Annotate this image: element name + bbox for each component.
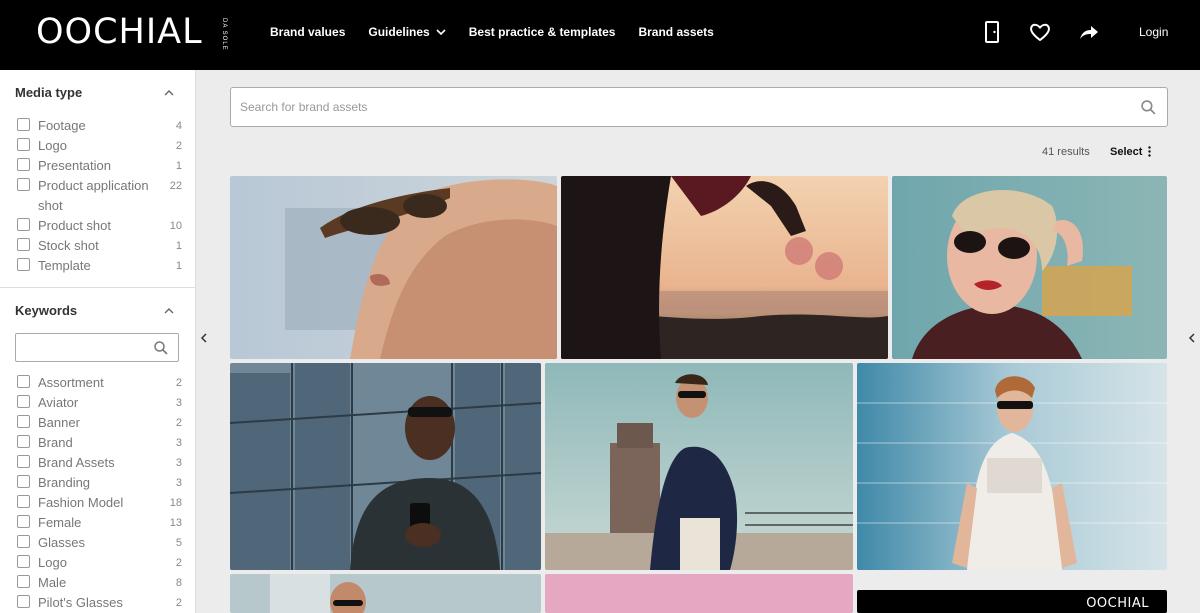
filter-footage[interactable]: Footage 4 (17, 116, 182, 136)
checkbox[interactable] (17, 595, 30, 608)
photo-pink-partial (545, 574, 853, 613)
checkbox[interactable] (17, 258, 30, 271)
asset-thumbnail[interactable]: OOCHIAL (857, 590, 1167, 613)
checkbox[interactable] (17, 555, 30, 568)
asset-thumbnail[interactable] (857, 363, 1167, 570)
filter-logo[interactable]: Logo 2 (17, 136, 182, 156)
collapse-sidebar-icon[interactable] (200, 333, 208, 343)
divider (0, 287, 195, 288)
brand-logo[interactable]: OOCHIAL (36, 12, 203, 52)
chevron-down-icon (436, 28, 446, 35)
checkbox[interactable] (17, 455, 30, 468)
keyword-pilots-glasses[interactable]: Pilot's Glasses 2 (17, 593, 182, 613)
nav-best-practice[interactable]: Best practice & templates (469, 25, 616, 39)
top-header: OOCHIAL DA SOLE Brand values Guidelines … (0, 0, 1200, 70)
checkbox[interactable] (17, 395, 30, 408)
chevron-up-icon[interactable] (164, 88, 174, 98)
photo-woman-profile-sunglasses (230, 176, 557, 359)
chevron-up-icon[interactable] (164, 306, 174, 316)
keywords-title: Keywords (15, 303, 78, 318)
filter-sidebar: Media type Footage 4 Logo 2 Presentation 1 … (0, 70, 196, 613)
checkbox[interactable] (17, 475, 30, 488)
keyword-aviator[interactable]: Aviator 3 (17, 393, 182, 413)
keyword-glasses[interactable]: Glasses 5 (17, 533, 182, 553)
filter-template[interactable]: Template 1 (17, 256, 182, 276)
nav-brand-assets[interactable]: Brand assets (638, 25, 713, 39)
share-icon[interactable] (1077, 20, 1101, 44)
checkbox[interactable] (17, 218, 30, 231)
more-vertical-icon (1148, 146, 1152, 157)
keyword-fashion-model[interactable]: Fashion Model 18 (17, 493, 182, 513)
asset-thumbnail[interactable] (545, 363, 853, 570)
checkbox[interactable] (17, 415, 30, 428)
photo-man-navy-shirt-tower (545, 363, 853, 570)
photo-man-phone-glass-building (230, 363, 541, 570)
keyword-search-input[interactable] (15, 333, 179, 362)
media-type-title: Media type (15, 85, 83, 100)
filter-product-application-shot[interactable]: Product application shot 22 (17, 176, 182, 216)
logo-tile-text: OOCHIAL (1086, 596, 1149, 611)
filter-presentation[interactable]: Presentation 1 (17, 156, 182, 176)
photo-man-white-tshirt-wall (857, 363, 1167, 570)
photo-blonde-woman-sunglasses (892, 176, 1167, 359)
checkbox[interactable] (17, 178, 30, 191)
keyword-brand-assets[interactable]: Brand Assets 3 (17, 453, 182, 473)
checkbox[interactable] (17, 238, 30, 251)
filter-product-shot[interactable]: Product shot 10 (17, 216, 182, 236)
keyword-female[interactable]: Female 13 (17, 513, 182, 533)
checkbox[interactable] (17, 435, 30, 448)
results-count: 41 results (1042, 146, 1090, 158)
checkbox[interactable] (17, 495, 30, 508)
photo-sunset-beach-sunglasses (561, 176, 888, 359)
asset-thumbnail[interactable] (561, 176, 888, 359)
photo-man-partial (230, 574, 541, 613)
checkbox[interactable] (17, 515, 30, 528)
asset-thumbnail[interactable] (230, 176, 557, 359)
expand-panel-icon[interactable] (1188, 333, 1196, 343)
search-icon[interactable] (1141, 100, 1156, 115)
keyword-banner[interactable]: Banner 2 (17, 413, 182, 433)
brand-logo-tagline: DA SOLE (221, 18, 227, 51)
heart-icon[interactable] (1028, 20, 1052, 44)
checkbox[interactable] (17, 158, 30, 171)
checkbox[interactable] (17, 535, 30, 548)
keyword-assortment[interactable]: Assortment 2 (17, 373, 182, 393)
search-input[interactable] (240, 100, 1120, 114)
asset-thumbnail[interactable] (230, 363, 541, 570)
login-link[interactable]: Login (1139, 25, 1168, 39)
keyword-logo[interactable]: Logo 2 (17, 553, 182, 573)
asset-thumbnail[interactable] (230, 574, 541, 613)
search-icon (154, 341, 168, 355)
checkbox[interactable] (17, 118, 30, 131)
filter-stock-shot[interactable]: Stock shot 1 (17, 236, 182, 256)
asset-search-bar[interactable] (230, 87, 1168, 127)
main-nav: Brand values Guidelines Best practice & … (270, 25, 714, 39)
checkbox[interactable] (17, 375, 30, 388)
nav-guidelines[interactable]: Guidelines (368, 25, 446, 39)
checkbox[interactable] (17, 575, 30, 588)
keyword-branding[interactable]: Branding 3 (17, 473, 182, 493)
select-button[interactable]: Select (1110, 146, 1152, 158)
asset-thumbnail[interactable] (545, 574, 853, 613)
checkbox[interactable] (17, 138, 30, 151)
mobile-device-icon[interactable] (980, 20, 1004, 44)
nav-brand-values[interactable]: Brand values (270, 25, 345, 39)
asset-thumbnail[interactable] (892, 176, 1167, 359)
keyword-male[interactable]: Male 8 (17, 573, 182, 593)
keyword-brand[interactable]: Brand 3 (17, 433, 182, 453)
